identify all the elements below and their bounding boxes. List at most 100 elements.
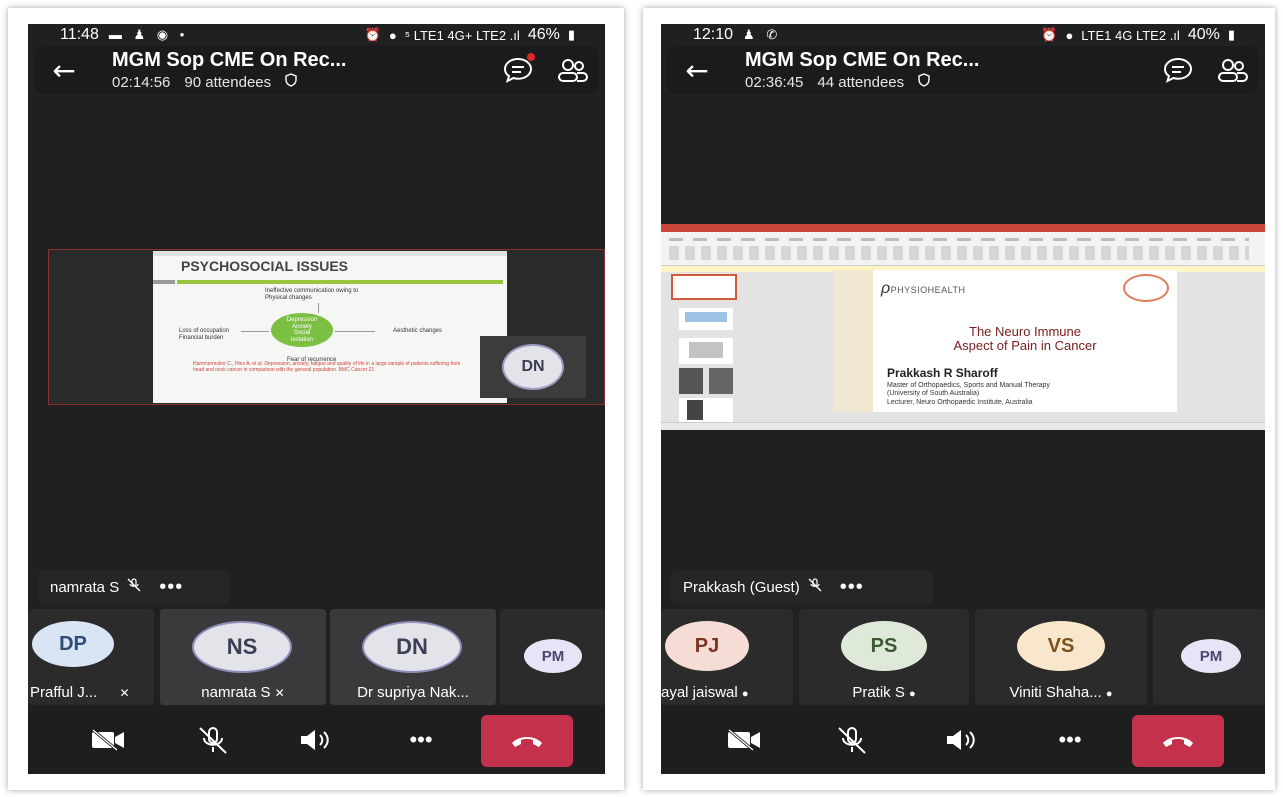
participant-avatar: NS — [192, 621, 292, 673]
slide-presenter: Prakkash R Sharoff — [887, 366, 998, 380]
active-speaker-name: Prakkash (Guest) — [683, 578, 800, 596]
active-speaker-label: namrata S ••• — [38, 570, 230, 604]
participant-avatar: PM — [524, 639, 582, 673]
bubble-line: isolation — [290, 336, 313, 343]
call-controls: ••• — [28, 707, 605, 773]
slide-right-text: Aesthetic changes — [393, 328, 443, 334]
participant-avatar: PJ — [665, 621, 749, 671]
slide-center-bubble: Depression Anxiety Social isolation — [271, 313, 333, 347]
meeting-duration: 02:36:45 — [745, 73, 804, 91]
meeting-duration: 02:14:56 — [112, 73, 171, 91]
participant-tile[interactable]: DN Dr supriya Nak... — [330, 609, 496, 705]
signal-indicators: LTE1 4G LTE2 .ıl — [1081, 27, 1180, 43]
mic-icon: ● — [909, 688, 916, 700]
mic-off-icon: ✕ — [274, 686, 285, 700]
more-options-icon[interactable]: ••• — [840, 576, 864, 599]
shield-icon — [918, 73, 930, 91]
call-controls: ••• — [661, 707, 1265, 773]
unread-badge — [527, 53, 535, 61]
participant-tile[interactable]: PS Pratik S ● — [799, 609, 969, 705]
participant-avatar: DP — [32, 621, 114, 667]
meeting-title: MGM Sop CME On Rec... — [112, 49, 347, 71]
chat-icon[interactable] — [491, 53, 545, 84]
notification-icons: ♟ ✆ — [743, 27, 782, 42]
camera-off-button[interactable] — [719, 707, 769, 773]
camera-off-button[interactable] — [83, 707, 133, 773]
participant-tile[interactable]: NS namrata S ✕ — [160, 609, 326, 705]
more-options-icon: ••• — [409, 727, 433, 752]
presentation-slide: ρPHYSIOHEALTH The Neuro Immune Aspect of… — [833, 270, 1177, 412]
participant-tile[interactable]: PM — [500, 609, 605, 705]
status-bar: 11:48 ▬ ♟ ◉ • ⏰ ● ⁵ LTE1 4G+ LTE2 .ıl 46… — [28, 24, 605, 46]
ppt-ribbon — [661, 232, 1265, 266]
battery-percentage: 46% — [527, 26, 560, 43]
participants-icon[interactable] — [1205, 56, 1259, 84]
camera-off-icon — [92, 729, 124, 751]
slide-left-text: Loss of occupation Financial burden — [179, 328, 230, 341]
location-icon: ● — [388, 27, 397, 43]
speaker-icon — [947, 730, 975, 750]
presentation-slide: PSYCHOSOCIAL ISSUES Ineffective communic… — [153, 251, 507, 403]
more-button[interactable]: ••• — [1045, 707, 1095, 773]
shared-content-stage: PSYCHOSOCIAL ISSUES Ineffective communic… — [28, 249, 605, 405]
participant-avatar: PS — [841, 621, 927, 671]
pip-video-tile[interactable]: DN — [480, 336, 586, 398]
participant-tiles: DP Prafful J... ✕ NS namrata S ✕ DN Dr s… — [28, 609, 605, 705]
back-arrow-icon[interactable]: ← — [34, 54, 94, 87]
mute-button[interactable] — [188, 707, 238, 773]
status-bar: 12:10 ♟ ✆ ⏰ ● LTE1 4G LTE2 .ıl 40% ▮ — [661, 24, 1265, 46]
slide-detail-3: Lecturer, Neuro Orthopaedic Institute, A… — [887, 399, 1033, 406]
slide-logo: ρPHYSIOHEALTH — [881, 280, 966, 298]
slide-title-line1: The Neuro Immune — [969, 324, 1081, 339]
hang-up-button[interactable] — [481, 715, 573, 767]
left-phone-screen: 11:48 ▬ ♟ ◉ • ⏰ ● ⁵ LTE1 4G+ LTE2 .ıl 46… — [28, 24, 605, 774]
participant-name: Pratik S ● — [852, 684, 916, 701]
mic-off-icon — [127, 578, 141, 596]
status-time: 12:10 — [693, 26, 734, 43]
slide-title-line2: Aspect of Pain in Cancer — [953, 338, 1097, 353]
mic-off-icon — [199, 727, 227, 754]
brand-circle-icon — [1123, 274, 1169, 302]
signal-indicators: ⁵ LTE1 4G+ LTE2 .ıl — [404, 27, 520, 43]
active-speaker-name: namrata S — [50, 578, 120, 596]
slide-citation: Hammermuller C., Hinz A. et al. Depressi… — [193, 361, 461, 373]
participant-tile[interactable]: PM — [1153, 609, 1265, 705]
participant-name: namrata S ✕ — [201, 684, 285, 701]
participant-tile[interactable]: VS Viniti Shaha... ● — [975, 609, 1147, 705]
back-arrow-icon[interactable]: ← — [667, 54, 727, 87]
right-screenshot-panel: 12:10 ♟ ✆ ⏰ ● LTE1 4G LTE2 .ıl 40% ▮ ← M… — [643, 8, 1275, 790]
logo-text: PHYSIOHEALTH — [890, 285, 966, 295]
participant-tiles: PJ ayal jaiswal ● PS Pratik S ● VS Vinit… — [661, 609, 1265, 705]
meeting-header: ← MGM Sop CME On Rec... 02:36:45 44 atte… — [667, 46, 1259, 94]
participant-tile[interactable]: PJ ayal jaiswal ● — [661, 609, 793, 705]
more-button[interactable]: ••• — [396, 707, 446, 773]
left-screenshot-panel: 11:48 ▬ ♟ ◉ • ⏰ ● ⁵ LTE1 4G+ LTE2 .ıl 46… — [8, 8, 624, 790]
participants-icon[interactable] — [545, 56, 599, 84]
speaker-button[interactable] — [937, 707, 987, 773]
ppt-title-bar — [661, 224, 1265, 232]
participant-name: Dr supriya Nak... — [357, 684, 469, 701]
slide-title: PSYCHOSOCIAL ISSUES — [181, 258, 349, 274]
speaker-button[interactable] — [291, 707, 341, 773]
attendee-count: 44 attendees — [817, 73, 905, 91]
slide-detail-1: Master of Orthopaedics, Sports and Manua… — [887, 382, 1050, 389]
more-options-icon[interactable]: ••• — [159, 576, 183, 599]
screenshot-canvas: 11:48 ▬ ♟ ◉ • ⏰ ● ⁵ LTE1 4G+ LTE2 .ıl 46… — [0, 0, 1283, 797]
participant-name: Viniti Shaha... ● — [1009, 684, 1113, 701]
location-icon: ● — [1065, 27, 1074, 43]
mic-off-icon: ✕ — [119, 686, 130, 700]
battery-icon: ▮ — [567, 27, 575, 42]
chat-icon[interactable] — [1151, 56, 1205, 84]
meeting-title: MGM Sop CME On Rec... — [745, 49, 980, 71]
hang-up-button[interactable] — [1132, 715, 1224, 767]
slide-title-underline — [177, 280, 503, 284]
slide-top-text: Ineffective communication owing to Physi… — [265, 288, 359, 301]
screen-share: PSYCHOSOCIAL ISSUES Ineffective communic… — [48, 249, 605, 405]
mute-button[interactable] — [827, 707, 877, 773]
battery-icon: ▮ — [1227, 27, 1235, 42]
ppt-status-bar — [661, 422, 1265, 430]
participant-tile[interactable]: DP Prafful J... ✕ — [28, 609, 154, 705]
alarm-icon: ⏰ — [364, 27, 381, 42]
mic-icon: ● — [1105, 688, 1113, 700]
mic-icon: ● — [741, 688, 749, 700]
